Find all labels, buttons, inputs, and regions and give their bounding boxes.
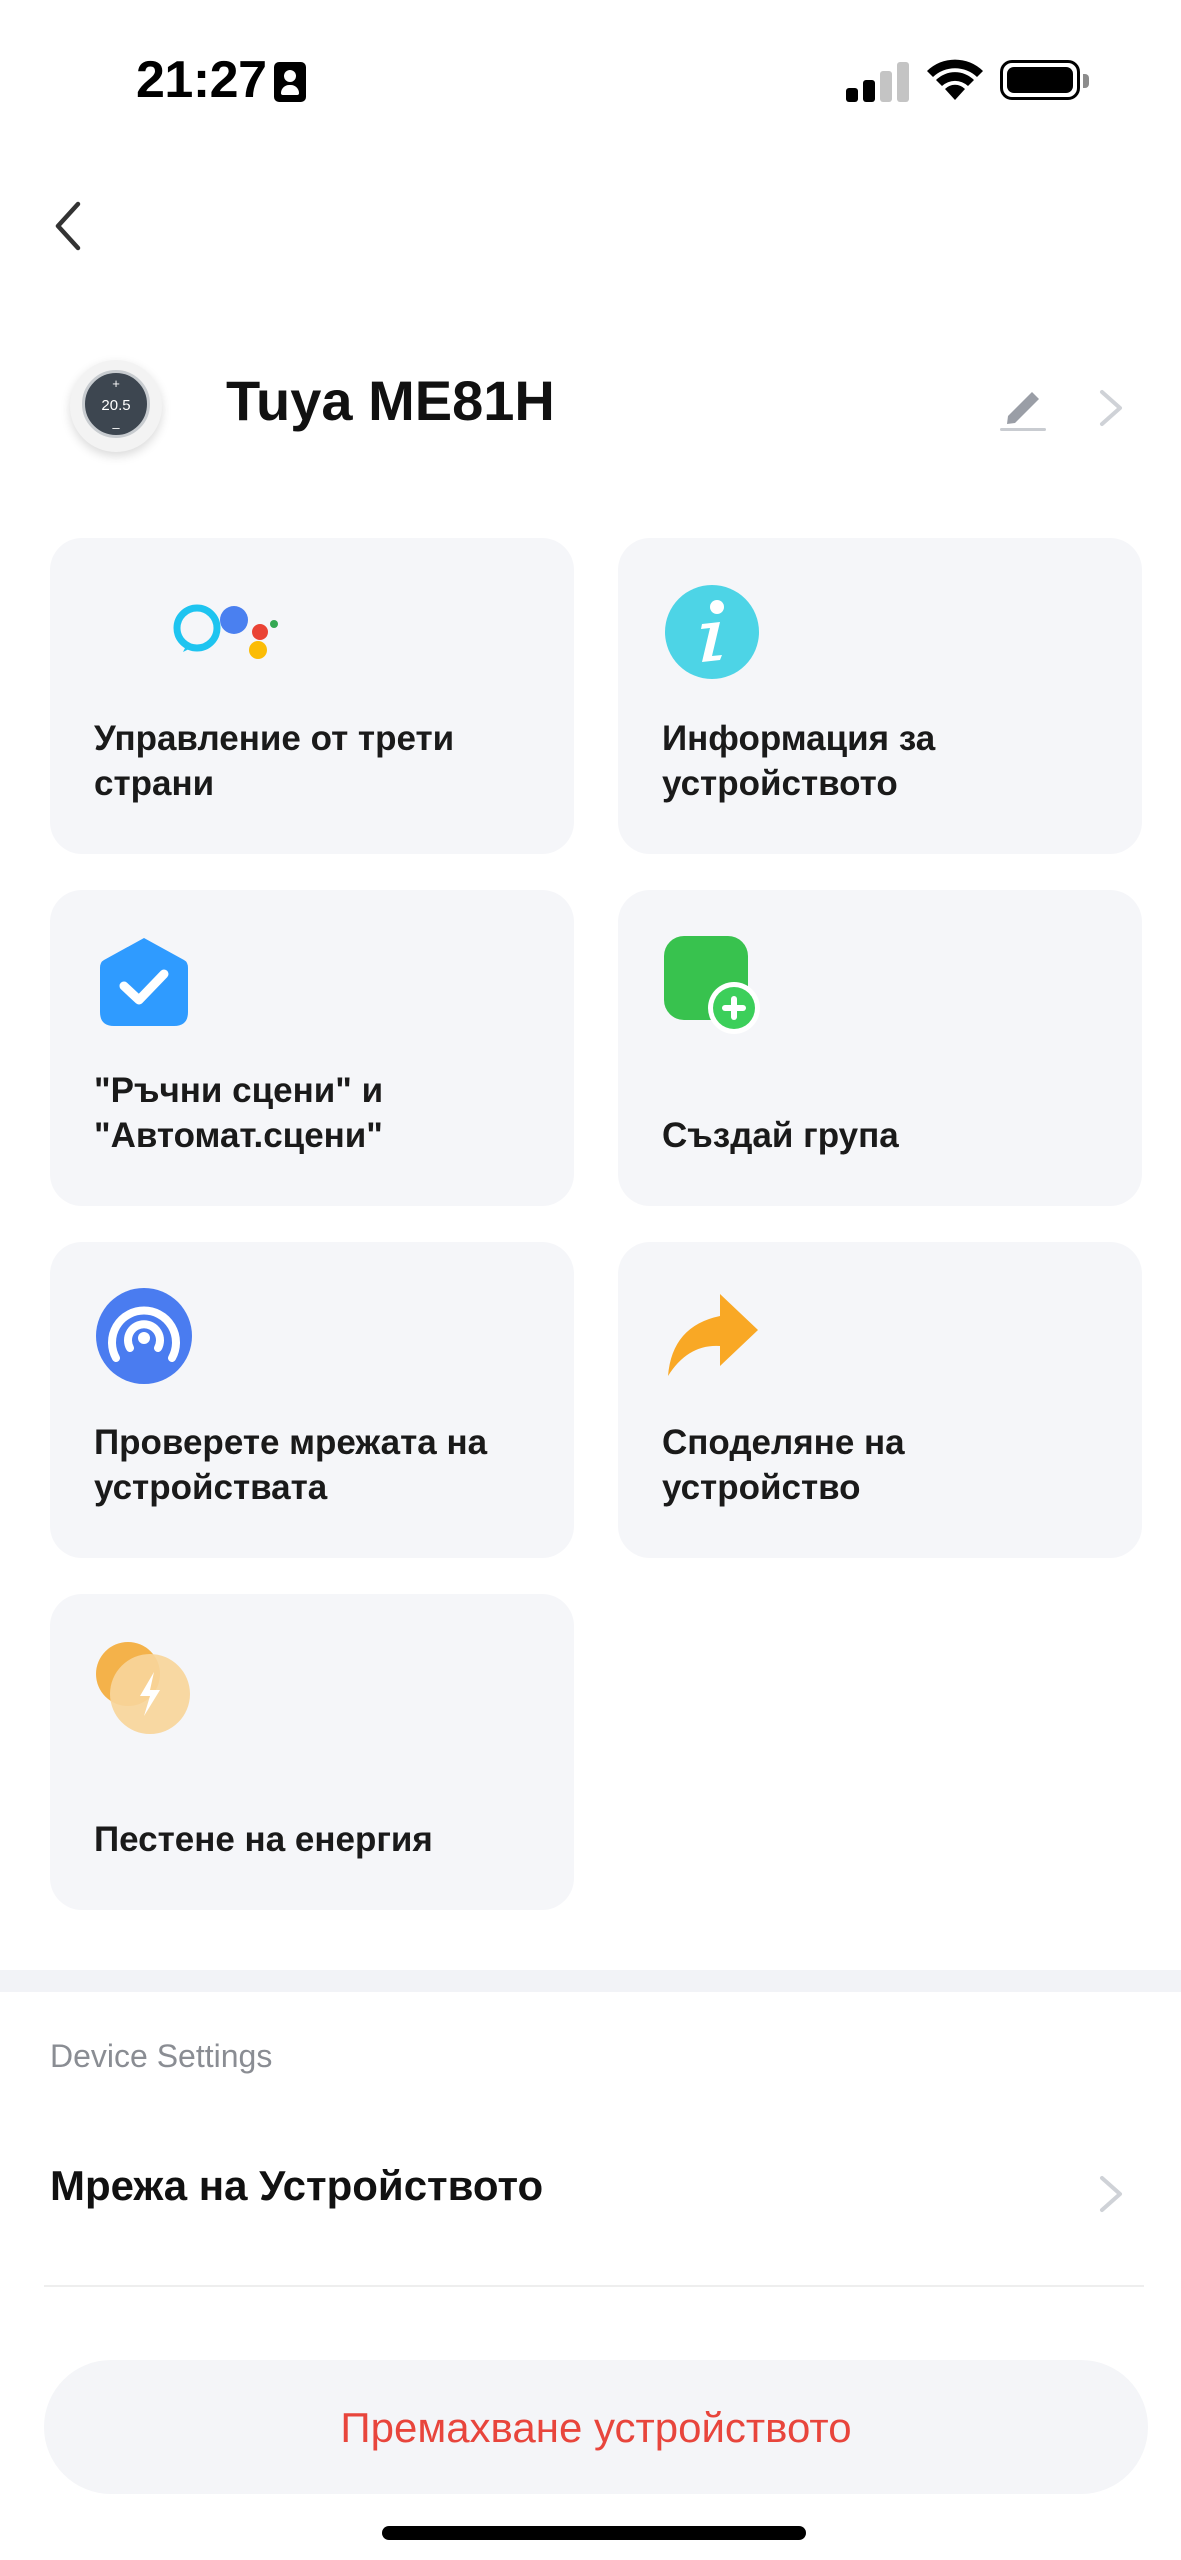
chevron-right-icon bbox=[1100, 2176, 1122, 2212]
tile-third-party-control[interactable]: Управление от трети страни bbox=[50, 538, 574, 854]
tile-label: "Ръчни сцени" и "Автомат.сцени" bbox=[94, 1071, 384, 1155]
status-time: 21:27 bbox=[136, 51, 267, 109]
scene-check-icon bbox=[100, 938, 188, 1026]
device-detail-chevron[interactable] bbox=[1090, 378, 1130, 438]
tile-network-check[interactable]: Проверете мрежата на устройствата bbox=[50, 1242, 574, 1558]
tile-label: Създай група bbox=[662, 1116, 899, 1155]
share-arrow-icon bbox=[668, 1294, 758, 1376]
remove-device-button[interactable]: Премахване устройството bbox=[44, 2360, 1148, 2494]
tile-device-info[interactable]: Информация за устройството bbox=[618, 538, 1142, 854]
device-thumbnail: 20.5 bbox=[70, 351, 162, 461]
google-assistant-dots bbox=[220, 606, 278, 659]
device-name: Tuya ME81H bbox=[226, 369, 555, 432]
tile-energy-saving[interactable]: Пестене на енергия bbox=[50, 1594, 574, 1910]
section-title: Device Settings bbox=[50, 2038, 273, 2074]
tile-label: Пестене на енергия bbox=[94, 1820, 433, 1859]
thermostat-display: 20.5 bbox=[82, 351, 150, 461]
home-indicator[interactable] bbox=[382, 2526, 806, 2540]
add-group-icon bbox=[664, 936, 760, 1034]
device-header[interactable]: 20.5 Tuya ME81H bbox=[0, 340, 1181, 480]
energy-saving-icon bbox=[96, 1642, 190, 1734]
remove-device-label: Премахване устройството bbox=[340, 2404, 852, 2451]
chevron-right-icon bbox=[1100, 390, 1122, 426]
tile-create-group[interactable]: Създай група bbox=[618, 890, 1142, 1206]
settings-row-device-network[interactable]: Мрежа на Устройството bbox=[0, 2130, 1181, 2260]
tile-label: Проверете мрежата на устройствата bbox=[94, 1423, 488, 1507]
row-divider bbox=[44, 2285, 1144, 2287]
tile-label: Управление от трети страни bbox=[94, 719, 455, 803]
edit-pencil-icon bbox=[1000, 392, 1046, 431]
tile-scenes[interactable]: "Ръчни сцени" и "Автомат.сцени" bbox=[50, 890, 574, 1206]
wifi-icon bbox=[927, 59, 983, 100]
back-button[interactable] bbox=[40, 190, 100, 260]
info-icon bbox=[665, 585, 759, 679]
battery-icon bbox=[1000, 60, 1089, 100]
contact-card-icon bbox=[274, 62, 306, 102]
row-label: Мрежа на Устройството bbox=[50, 2162, 544, 2209]
tile-share-device[interactable]: Споделяне на устройство bbox=[618, 1242, 1142, 1558]
tile-label: Споделяне на устройство bbox=[662, 1423, 905, 1507]
chevron-left-icon bbox=[55, 201, 81, 251]
section-divider bbox=[0, 1970, 1181, 1992]
edit-name-button[interactable] bbox=[994, 376, 1054, 436]
status-bar: 21:27 bbox=[0, 0, 1181, 160]
cellular-signal-icon bbox=[846, 60, 909, 102]
tile-label: Информация за устройството bbox=[662, 719, 936, 803]
network-check-icon bbox=[96, 1288, 192, 1384]
row-chevron bbox=[1090, 2164, 1130, 2224]
